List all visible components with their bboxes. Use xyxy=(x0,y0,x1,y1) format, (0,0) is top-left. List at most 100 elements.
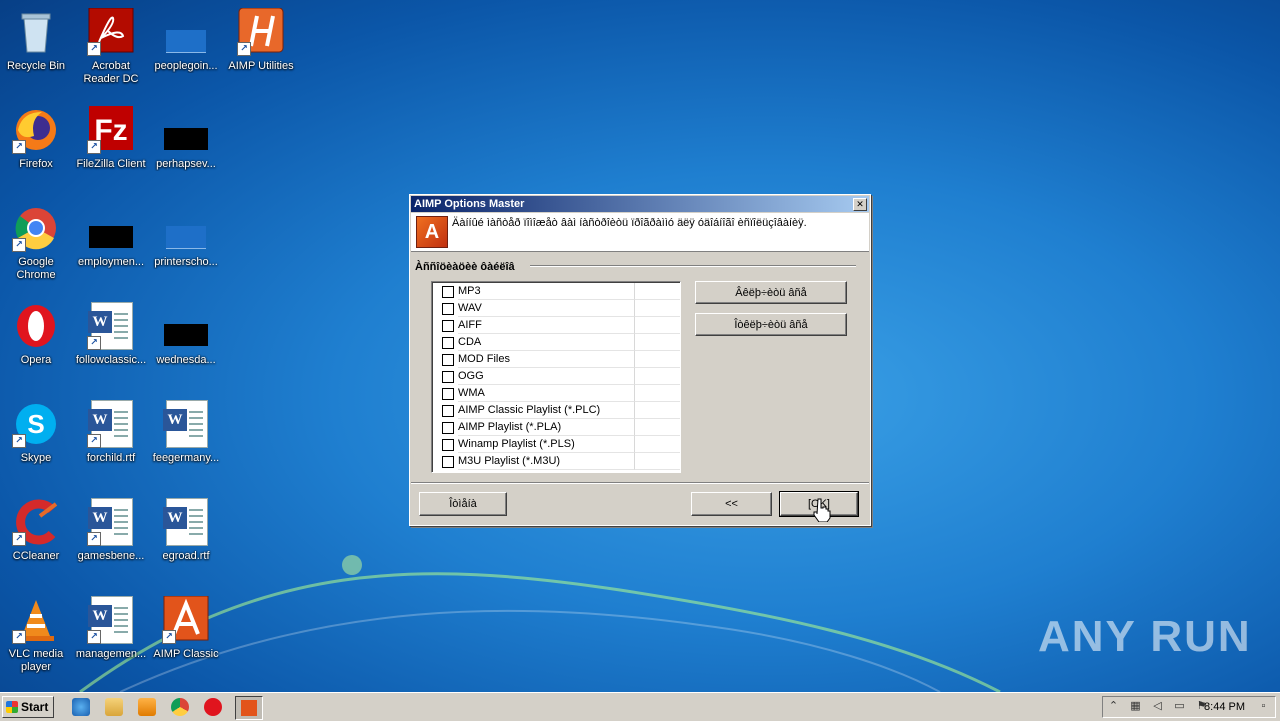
opera-taskbar-icon[interactable] xyxy=(204,698,222,716)
printerscho-desktop-icon[interactable]: printerscho... xyxy=(148,204,224,269)
feegermany-desktop-icon[interactable]: W feegermany... xyxy=(148,400,224,465)
file-type-row[interactable]: WMA xyxy=(432,385,680,402)
start-label: Start xyxy=(21,700,49,714)
ie-taskbar-icon[interactable] xyxy=(72,698,90,716)
word-document-icon: W ↗ xyxy=(87,596,135,644)
file-type-row[interactable]: AIMP Classic Playlist (*.PLC) xyxy=(432,402,680,419)
explorer-taskbar-icon[interactable] xyxy=(105,698,123,716)
clock[interactable]: 8:44 PM xyxy=(1204,697,1245,717)
shortcut-arrow-icon: ↗ xyxy=(87,42,101,56)
filezilla-icon: Fz ↗ xyxy=(87,106,135,154)
file-type-label: OGG xyxy=(458,368,634,385)
file-type-row[interactable]: M3U Playlist (*.M3U) xyxy=(432,453,680,470)
deselect-all-button[interactable]: Îòêëþ÷èòü âñå xyxy=(695,313,847,336)
file-type-row[interactable]: AIFF xyxy=(432,317,680,334)
file-type-row[interactable]: Winamp Playlist (*.PLS) xyxy=(432,436,680,453)
shortcut-arrow-icon: ↗ xyxy=(87,336,101,350)
shortcut-arrow-icon: ↗ xyxy=(12,434,26,448)
word-document-icon: W ↗ xyxy=(87,400,135,448)
file-type-row[interactable]: MOD Files xyxy=(432,351,680,368)
aimp-utilities-desktop-icon[interactable]: ↗ AIMP Utilities xyxy=(223,7,299,73)
chrome-desktop-icon[interactable]: ↗ Google Chrome xyxy=(0,204,74,282)
gamesbene-desktop-icon[interactable]: W ↗ gamesbene... xyxy=(73,498,149,563)
file-type-checkbox[interactable] xyxy=(442,422,454,434)
file-association-list[interactable]: MP3 WAV AIFF CDA MOD Files OGG WMA AIMP Classic… xyxy=(431,281,681,473)
file-type-checkbox[interactable] xyxy=(442,456,454,468)
system-tray: ⌃ ▦ ◁ ▭ ⚑ 8:44 PM ▫ xyxy=(1102,696,1276,718)
file-type-row[interactable]: CDA xyxy=(432,334,680,351)
volume-icon[interactable]: ◁ xyxy=(1151,700,1164,713)
file-type-checkbox[interactable] xyxy=(442,439,454,451)
aimp-classic-desktop-icon[interactable]: ↗ AIMP Classic xyxy=(148,595,224,661)
desktop-icon-label: Google Chrome xyxy=(16,256,56,281)
desktop-icon-label: gamesbene... xyxy=(77,550,145,562)
dialog-header: A Äàííûé ìàñòåð ïîìîæåò âàì íàñòðîèòü ïð… xyxy=(411,213,869,252)
start-button[interactable]: Start xyxy=(2,696,54,718)
opera-desktop-icon[interactable]: Opera xyxy=(0,302,74,367)
file-type-extra-cell xyxy=(634,419,680,436)
desktop-icon-label: Acrobat Reader DC xyxy=(83,60,139,85)
word-document-icon: W xyxy=(162,498,210,546)
file-type-checkbox[interactable] xyxy=(442,371,454,383)
network-icon[interactable]: ▦ xyxy=(1129,700,1142,713)
display-icon[interactable]: ▭ xyxy=(1173,700,1186,713)
skype-desktop-icon[interactable]: S ↗ Skype xyxy=(0,400,74,465)
egroad-desktop-icon[interactable]: W egroad.rtf xyxy=(148,498,224,563)
anyrun-watermark: ANY RUN xyxy=(1038,608,1252,663)
desktop-icon-label: followclassic... xyxy=(75,354,147,366)
file-type-checkbox[interactable] xyxy=(442,388,454,400)
back-button[interactable]: << xyxy=(691,492,772,516)
file-type-checkbox[interactable] xyxy=(442,337,454,349)
aimp-utilities-icon: ↗ xyxy=(237,7,285,56)
vlc-desktop-icon[interactable]: ↗ VLC media player xyxy=(0,596,74,674)
word-document-icon: W ↗ xyxy=(87,498,135,546)
file-type-checkbox[interactable] xyxy=(442,405,454,417)
file-type-row[interactable]: MP3 xyxy=(432,283,680,300)
aimp-logo-icon: A xyxy=(416,216,448,248)
blank-file-icon xyxy=(162,204,210,252)
ccleaner-desktop-icon[interactable]: ↗ CCleaner xyxy=(0,498,74,563)
file-type-checkbox[interactable] xyxy=(442,354,454,366)
file-type-checkbox[interactable] xyxy=(442,286,454,298)
file-type-extra-cell xyxy=(634,385,680,402)
dialog-titlebar[interactable]: AIMP Options Master ✕ xyxy=(411,196,869,212)
file-type-checkbox[interactable] xyxy=(442,320,454,332)
show-desktop-icon[interactable]: ▫ xyxy=(1257,700,1270,713)
file-type-label: AIFF xyxy=(458,317,634,334)
acrobat-icon: ↗ xyxy=(87,7,135,56)
file-type-label: Winamp Playlist (*.PLS) xyxy=(458,436,634,453)
show-hidden-icons-icon[interactable]: ⌃ xyxy=(1107,700,1120,713)
redacted-file-icon xyxy=(162,302,210,350)
file-type-row[interactable]: AIMP Playlist (*.PLA) xyxy=(432,419,680,436)
shortcut-arrow-icon: ↗ xyxy=(87,630,101,644)
filezilla-desktop-icon[interactable]: Fz ↗ FileZilla Client xyxy=(73,106,149,171)
firefox-desktop-icon[interactable]: ↗ Firefox xyxy=(0,106,74,171)
media-player-taskbar-icon[interactable] xyxy=(138,698,156,716)
shortcut-arrow-icon: ↗ xyxy=(237,42,251,56)
aimp-icon: ↗ xyxy=(162,595,210,644)
shortcut-arrow-icon: ↗ xyxy=(12,238,26,252)
vlc-cone-icon: ↗ xyxy=(12,596,60,644)
file-type-row[interactable]: WAV xyxy=(432,300,680,317)
close-icon[interactable]: ✕ xyxy=(853,198,867,211)
watermark-text: ANY RUN xyxy=(1038,612,1252,661)
managemen-desktop-icon[interactable]: W ↗ managemen... xyxy=(73,596,149,661)
employmen-desktop-icon[interactable]: employmen... xyxy=(73,204,149,269)
chrome-taskbar-icon[interactable] xyxy=(171,698,189,716)
perhapsev-desktop-icon[interactable]: perhapsev... xyxy=(148,106,224,171)
followclassic-desktop-icon[interactable]: W ↗ followclassic... xyxy=(73,302,149,367)
hand-cursor-icon xyxy=(813,498,831,522)
recycle-bin-desktop-icon[interactable]: Recycle Bin xyxy=(0,8,74,73)
forchild-desktop-icon[interactable]: W ↗ forchild.rtf xyxy=(73,400,149,465)
file-type-extra-cell xyxy=(634,453,680,470)
wednesda-desktop-icon[interactable]: wednesda... xyxy=(148,302,224,367)
select-all-button[interactable]: Âêëþ÷èòü âñå xyxy=(695,281,847,304)
desktop-icon-label: Skype xyxy=(20,452,52,464)
file-type-row[interactable]: OGG xyxy=(432,368,680,385)
peoplegoin-desktop-icon[interactable]: peoplegoin... xyxy=(148,8,224,73)
file-type-checkbox[interactable] xyxy=(442,303,454,315)
file-type-extra-cell xyxy=(634,436,680,453)
aimp-taskbar-icon[interactable] xyxy=(235,696,263,720)
cancel-button[interactable]: Îòìåíà xyxy=(419,492,507,516)
acrobat-desktop-icon[interactable]: ↗ Acrobat Reader DC xyxy=(73,7,149,86)
